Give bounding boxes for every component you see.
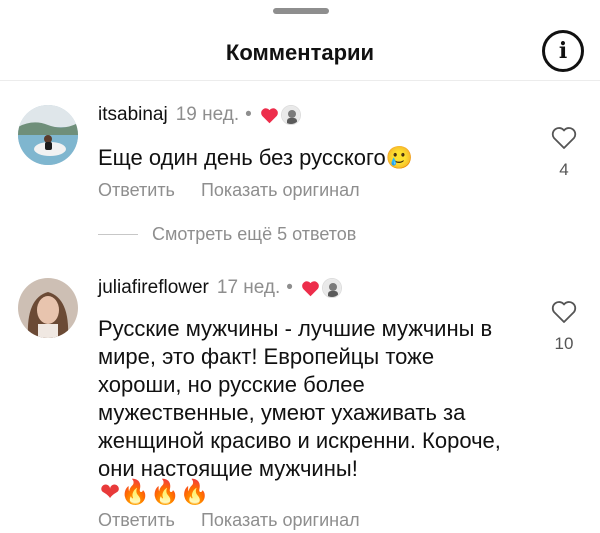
- header-divider: [0, 80, 600, 81]
- comment-line: мужественные, умеют ухаживать за: [98, 400, 466, 425]
- show-original-button[interactable]: Показать оригинал: [201, 510, 360, 531]
- comment-text: Еще один день без русского🥲: [98, 145, 414, 170]
- avatar[interactable]: [18, 278, 78, 338]
- page-title: Комментарии: [225, 40, 375, 65]
- author-mini-avatar: [280, 105, 301, 125]
- heart-outline-icon[interactable]: [551, 300, 577, 324]
- info-button[interactable]: i: [542, 30, 584, 72]
- comment-line: женщиной красиво и искренни. Короче,: [98, 428, 501, 453]
- avatar[interactable]: [18, 105, 78, 165]
- comment-line: хороши, но русские более: [98, 372, 365, 397]
- comment-meta: itsabinaj 19 нед. •: [98, 104, 301, 126]
- comment-username[interactable]: itsabinaj: [98, 104, 168, 126]
- comment-text: Русские мужчины - лучшие мужчины в мире,…: [98, 315, 501, 483]
- sheet-grabber[interactable]: [273, 8, 329, 14]
- comment-actions: Ответить Показать оригинал: [98, 510, 360, 531]
- like-control: 4: [546, 126, 582, 180]
- meta-separator: •: [245, 104, 252, 125]
- comment-actions: Ответить Показать оригинал: [98, 180, 360, 201]
- info-icon: i: [558, 38, 568, 64]
- like-control: 10: [546, 300, 582, 354]
- replies-line: [98, 234, 138, 235]
- meta-separator: •: [286, 277, 293, 298]
- author-mini-avatar: [321, 278, 342, 298]
- show-original-button[interactable]: Показать оригинал: [201, 180, 360, 201]
- view-more-replies-label[interactable]: Смотреть ещё 5 ответов: [152, 224, 356, 245]
- author-liked-heart-icon: [260, 107, 278, 123]
- reply-button[interactable]: Ответить: [98, 510, 175, 531]
- comment-username[interactable]: juliafireflower: [98, 277, 209, 299]
- comment-time: 17 нед.: [216, 277, 281, 298]
- comment-time: 19 нед.: [175, 104, 240, 125]
- avatar-photo-icon: [18, 105, 78, 165]
- heart-fire-emoji-icon: ❤🔥🔥🔥: [100, 479, 210, 506]
- heart-outline-icon[interactable]: [551, 126, 577, 150]
- comment-line: мире, это факт! Европейцы тоже: [98, 344, 435, 369]
- like-count: 4: [559, 160, 569, 179]
- avatar-photo-icon: [18, 278, 78, 338]
- comment-line: Русские мужчины - лучшие мужчины в: [98, 316, 493, 341]
- like-count: 10: [554, 334, 574, 353]
- reply-button[interactable]: Ответить: [98, 180, 175, 201]
- author-liked-heart-icon: [302, 280, 319, 296]
- comment-meta: juliafireflower 17 нед. •: [98, 277, 342, 299]
- view-more-replies[interactable]: Смотреть ещё 5 ответов: [98, 224, 356, 245]
- crying-smile-emoji-icon: 🥲: [385, 145, 414, 170]
